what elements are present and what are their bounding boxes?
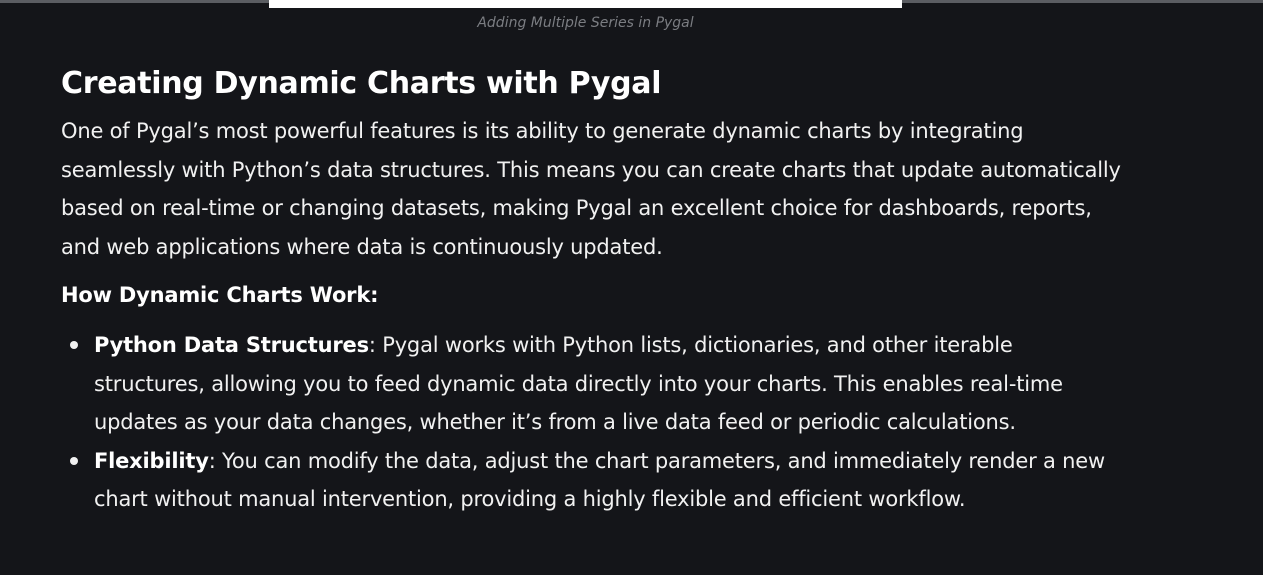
list-item-text: : You can modify the data, adjust the ch… <box>94 448 1105 512</box>
bullet-icon <box>70 341 78 349</box>
section-heading: Creating Dynamic Charts with Pygal <box>61 66 662 101</box>
intro-paragraph: One of Pygal’s most powerful features is… <box>61 119 1121 259</box>
list-item-term: Flexibility <box>94 448 209 473</box>
list-item: Python Data Structures: Pygal works with… <box>70 326 1121 442</box>
subsection-heading: How Dynamic Charts Work: <box>61 283 379 307</box>
bullet-icon <box>70 456 78 465</box>
list-item-term: Python Data Structures <box>94 333 369 357</box>
feature-list: Python Data Structures: Pygal works with… <box>61 326 1121 519</box>
figure-image <box>269 0 902 8</box>
list-item: Flexibility: You can modify the data, ad… <box>70 442 1121 519</box>
article-section: Creating Dynamic Charts with Pygal One o… <box>61 66 1121 519</box>
figure-caption: Adding Multiple Series in Pygal <box>477 15 694 31</box>
